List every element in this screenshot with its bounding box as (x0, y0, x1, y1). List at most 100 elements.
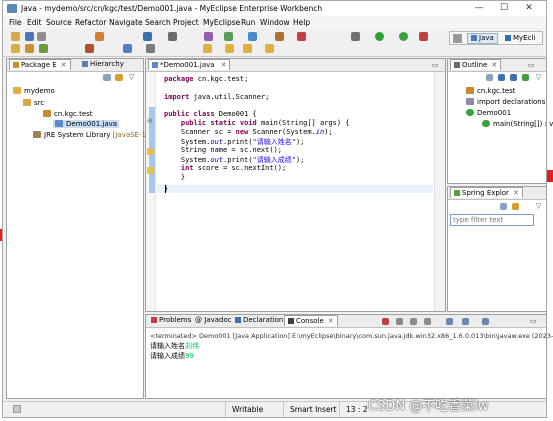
editor-vertical-scrollbar[interactable] (434, 72, 445, 311)
tab-outline[interactable]: Outline ✕ (450, 59, 502, 70)
fold-icon[interactable]: ⊖ (147, 117, 153, 125)
outline-item-imports[interactable]: import declarations (466, 98, 545, 106)
warning-icon[interactable] (147, 167, 154, 174)
show-whitespace-icon[interactable] (146, 44, 155, 53)
menu-search[interactable]: Search (145, 18, 171, 27)
db-explorer-icon[interactable] (224, 32, 233, 41)
clear-console-icon[interactable] (410, 318, 417, 325)
tab-spring-explorer[interactable]: Spring Explor ✕ (450, 187, 523, 198)
web-icon[interactable] (248, 32, 257, 41)
close-tab-icon[interactable]: ✕ (491, 61, 497, 69)
deploy-icon[interactable] (168, 32, 177, 41)
minimize-view-icon[interactable]: ▭ (530, 317, 537, 325)
open-type-icon[interactable] (11, 44, 20, 53)
code-line[interactable]: package cn.kgc.test; (164, 75, 248, 83)
menu-edit[interactable]: Edit (27, 18, 42, 27)
remove-launch-icon[interactable] (396, 318, 403, 325)
settings-gear-icon[interactable] (351, 32, 360, 41)
perspective-myeclipse[interactable]: MyEcli (505, 34, 535, 42)
code-line[interactable]: } (164, 185, 168, 193)
new-server-icon[interactable] (95, 32, 104, 41)
menu-refactor[interactable]: Refactor (75, 18, 106, 27)
tab-hierarchy[interactable]: Hierarchy (79, 59, 127, 70)
menu-navigate[interactable]: Navigate (109, 18, 143, 27)
terminate-icon[interactable] (382, 318, 389, 325)
code-line[interactable]: public static void main(String[] args) { (164, 119, 350, 127)
outline-item-method[interactable]: main(String[]) : vo (482, 120, 553, 128)
link-editor-icon[interactable] (512, 203, 519, 210)
run-last-icon[interactable] (399, 32, 408, 41)
tab-declaration[interactable]: Declaration (232, 315, 286, 326)
minimize-view-icon[interactable]: ▭ (528, 61, 535, 69)
menu-project[interactable]: Project (173, 18, 199, 27)
pin-console-icon[interactable] (446, 318, 453, 325)
menu-file[interactable]: File (9, 18, 22, 27)
external-tools-icon[interactable] (419, 32, 428, 41)
back-arrow-icon[interactable] (225, 44, 234, 53)
close-tab-icon[interactable]: ✕ (221, 61, 227, 69)
tab-demo001-java[interactable]: *Demo001.java ✕ (148, 59, 231, 70)
tab-console[interactable]: Console ✕ (284, 315, 338, 326)
tab-package-explorer[interactable]: Package E ✕ (9, 59, 71, 70)
view-menu-icon[interactable]: ▽ (536, 73, 541, 81)
code-line[interactable]: } (164, 173, 185, 181)
collapse-all-icon[interactable] (500, 203, 507, 210)
menu-help[interactable]: Help (293, 18, 310, 27)
close-tab-icon[interactable]: ✕ (61, 61, 67, 69)
tab-javadoc[interactable]: @ Javadoc (192, 315, 235, 326)
tree-item-package[interactable]: cn.kgc.test (43, 110, 93, 118)
open-task-icon[interactable] (25, 44, 34, 53)
menu-myeclipse[interactable]: MyEclipse (203, 18, 240, 27)
view-menu-icon[interactable]: ▽ (536, 202, 541, 210)
fast-view-icon[interactable] (13, 405, 21, 413)
debug-server-icon[interactable] (143, 32, 152, 41)
maximize-button[interactable]: ☐ (493, 1, 515, 16)
hide-nonpublic-icon[interactable] (522, 74, 529, 81)
team-icon[interactable] (275, 32, 284, 41)
new-icon[interactable] (11, 32, 20, 41)
outline-item-package[interactable]: cn.kgc.test (466, 87, 516, 95)
code-line[interactable]: Scanner sc = new Scanner(System.in); (164, 128, 333, 136)
menu-window[interactable]: Window (260, 18, 290, 27)
close-tab-icon[interactable]: ✕ (328, 317, 334, 325)
close-tab-icon[interactable]: ✕ (513, 189, 519, 197)
minimize-editor-icon[interactable]: ▭ (432, 61, 439, 69)
code-line[interactable]: public class Demo001 { (164, 110, 257, 118)
hide-static-icon[interactable] (510, 74, 517, 81)
forward-arrow-icon[interactable] (243, 44, 252, 53)
spring-filter-input[interactable] (450, 214, 534, 226)
warning-icon[interactable] (147, 148, 154, 155)
run-icon[interactable] (375, 32, 384, 41)
report-icon[interactable] (297, 32, 306, 41)
minimize-button[interactable]: — (468, 1, 490, 16)
tree-item-src[interactable]: src (23, 99, 44, 107)
open-perspective-icon[interactable] (453, 34, 462, 43)
save-icon[interactable] (25, 32, 34, 41)
perspective-java[interactable]: Java (467, 33, 498, 44)
browser-icon[interactable] (204, 32, 213, 41)
close-window-button[interactable]: ✕ (518, 1, 540, 16)
tab-problems[interactable]: Problems (148, 315, 194, 326)
open-console-icon[interactable] (482, 318, 489, 325)
code-line[interactable]: int score = sc.nextInt(); (164, 164, 286, 172)
view-menu-icon[interactable]: ▽ (129, 73, 134, 81)
forward-history-icon[interactable] (265, 44, 274, 53)
scroll-lock-icon[interactable] (424, 318, 431, 325)
link-editor-icon[interactable] (115, 74, 123, 81)
display-console-icon[interactable] (462, 318, 469, 325)
menu-source[interactable]: Source (46, 18, 72, 27)
tree-item-java-file[interactable]: Demo001.java (53, 120, 120, 128)
hide-fields-icon[interactable] (498, 74, 505, 81)
sort-icon[interactable] (486, 74, 493, 81)
search-icon[interactable] (39, 44, 48, 53)
collapse-all-icon[interactable] (103, 74, 111, 81)
next-annotation-icon[interactable] (123, 44, 132, 53)
code-line[interactable]: String name = sc.next(); (164, 146, 282, 154)
code-line[interactable]: import java.util.Scanner; (164, 93, 269, 101)
toggle-mark-icon[interactable] (85, 44, 94, 53)
prev-edit-icon[interactable] (203, 44, 212, 53)
tree-item-project[interactable]: mydemo (13, 87, 55, 95)
print-icon[interactable] (37, 32, 46, 41)
outline-item-class[interactable]: Demo001 (466, 109, 511, 117)
menu-run[interactable]: Run (241, 18, 255, 27)
